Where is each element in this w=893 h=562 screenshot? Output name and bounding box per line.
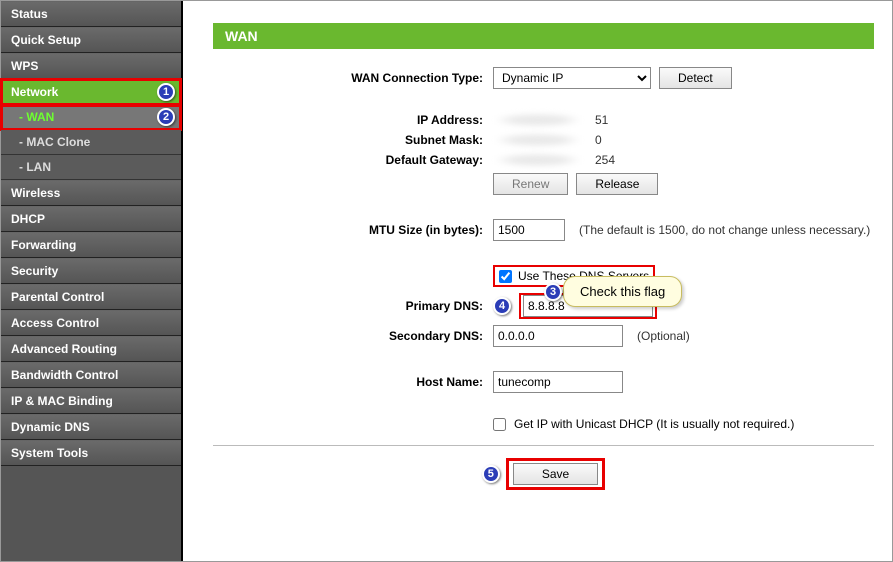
host-name-input[interactable] bbox=[493, 371, 623, 393]
nav-parental-control[interactable]: Parental Control bbox=[1, 284, 181, 310]
host-name-label: Host Name: bbox=[213, 375, 493, 389]
nav-label: Forwarding bbox=[11, 238, 76, 252]
nav-security[interactable]: Security bbox=[1, 258, 181, 284]
annotation-2: 2 bbox=[157, 108, 175, 126]
use-dns-checkbox[interactable] bbox=[499, 270, 512, 283]
save-button[interactable]: Save bbox=[513, 463, 598, 485]
annotation-5: 5 bbox=[482, 465, 500, 483]
nav-bandwidth-control[interactable]: Bandwidth Control bbox=[1, 362, 181, 388]
mtu-input[interactable] bbox=[493, 219, 565, 241]
nav-access-control[interactable]: Access Control bbox=[1, 310, 181, 336]
nav-label: DHCP bbox=[11, 212, 45, 226]
divider bbox=[213, 445, 874, 446]
nav-label: Network bbox=[11, 85, 58, 99]
nav-label: Status bbox=[11, 7, 48, 21]
nav-system-tools[interactable]: System Tools bbox=[1, 440, 181, 466]
nav-forwarding[interactable]: Forwarding bbox=[1, 232, 181, 258]
nav-wireless[interactable]: Wireless bbox=[1, 180, 181, 206]
nav-label: Quick Setup bbox=[11, 33, 81, 47]
ip-blur bbox=[493, 113, 583, 127]
nav-label: Advanced Routing bbox=[11, 342, 117, 356]
secondary-dns-label: Secondary DNS: bbox=[213, 329, 493, 343]
ip-address-label: IP Address: bbox=[213, 113, 493, 127]
wan-connection-type-select[interactable]: Dynamic IP bbox=[493, 67, 651, 89]
ip-blur bbox=[493, 153, 583, 167]
nav-ip-mac-binding[interactable]: IP & MAC Binding bbox=[1, 388, 181, 414]
nav-label: Dynamic DNS bbox=[11, 420, 90, 434]
default-gateway-value: 254 bbox=[595, 153, 615, 167]
unicast-dhcp-label: Get IP with Unicast DHCP (It is usually … bbox=[514, 417, 794, 431]
nav-sub-wan[interactable]: - WAN 2 bbox=[1, 105, 181, 130]
nav-sub-mac-clone[interactable]: - MAC Clone bbox=[1, 130, 181, 155]
nav-label: Access Control bbox=[11, 316, 99, 330]
default-gateway-label: Default Gateway: bbox=[213, 153, 493, 167]
ip-address-value: 51 bbox=[595, 113, 608, 127]
optional-note: (Optional) bbox=[637, 329, 690, 343]
page-title: WAN bbox=[213, 23, 874, 49]
detect-button[interactable]: Detect bbox=[659, 67, 732, 89]
nav-dynamic-dns[interactable]: Dynamic DNS bbox=[1, 414, 181, 440]
primary-dns-label: Primary DNS: bbox=[213, 299, 493, 313]
nav-label: IP & MAC Binding bbox=[11, 394, 113, 408]
wan-connection-type-label: WAN Connection Type: bbox=[213, 71, 493, 85]
sidebar-fill bbox=[1, 466, 181, 561]
nav-network[interactable]: Network 1 bbox=[1, 79, 181, 105]
annotation-4: 4 bbox=[493, 297, 511, 315]
annotation-1: 1 bbox=[157, 83, 175, 101]
secondary-dns-input[interactable] bbox=[493, 325, 623, 347]
mtu-note: (The default is 1500, do not change unle… bbox=[579, 223, 870, 237]
nav-label: - LAN bbox=[19, 160, 51, 174]
callout-check-flag: 3 Check this flag bbox=[563, 276, 682, 307]
nav-dhcp[interactable]: DHCP bbox=[1, 206, 181, 232]
nav-label: Parental Control bbox=[11, 290, 104, 304]
unicast-dhcp-checkbox[interactable] bbox=[493, 418, 506, 431]
nav-label: WPS bbox=[11, 59, 38, 73]
nav-label: System Tools bbox=[11, 446, 88, 460]
nav-sub-lan[interactable]: - LAN bbox=[1, 155, 181, 180]
nav-advanced-routing[interactable]: Advanced Routing bbox=[1, 336, 181, 362]
release-button[interactable]: Release bbox=[576, 173, 658, 195]
main-panel: WAN WAN Connection Type: Dynamic IP Dete… bbox=[183, 1, 892, 561]
mtu-label: MTU Size (in bytes): bbox=[213, 223, 493, 237]
subnet-mask-value: 0 bbox=[595, 133, 602, 147]
annotation-3: 3 bbox=[544, 283, 562, 301]
sidebar: Status Quick Setup WPS Network 1 - WAN 2… bbox=[1, 1, 183, 561]
nav-quick-setup[interactable]: Quick Setup bbox=[1, 27, 181, 53]
ip-blur bbox=[493, 133, 583, 147]
nav-label: Bandwidth Control bbox=[11, 368, 118, 382]
callout-text: Check this flag bbox=[580, 284, 665, 299]
nav-label: - MAC Clone bbox=[19, 135, 90, 149]
nav-label: - WAN bbox=[19, 110, 54, 124]
subnet-mask-label: Subnet Mask: bbox=[213, 133, 493, 147]
nav-label: Security bbox=[11, 264, 58, 278]
nav-status[interactable]: Status bbox=[1, 1, 181, 27]
nav-label: Wireless bbox=[11, 186, 60, 200]
nav-wps[interactable]: WPS bbox=[1, 53, 181, 79]
renew-button[interactable]: Renew bbox=[493, 173, 568, 195]
